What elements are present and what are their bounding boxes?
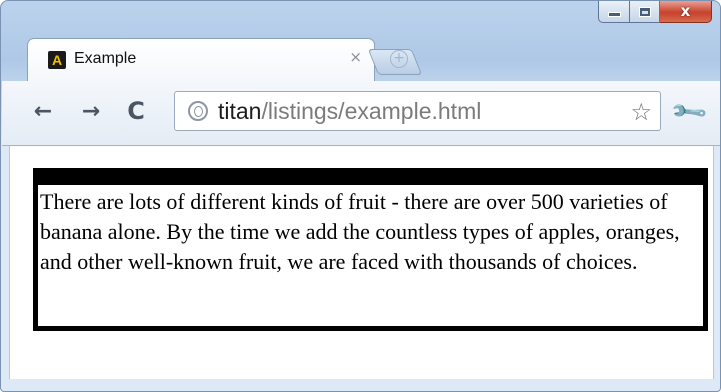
tab-example[interactable]: A Example × (27, 38, 375, 82)
favicon-icon: A (48, 51, 66, 69)
bookmark-star-icon[interactable]: ☆ (630, 98, 652, 126)
url-path: /listings/example.html (261, 98, 482, 124)
reload-button[interactable]: C (121, 94, 151, 128)
browser-window: x A Example × + ← → C titan/listings/exa… (0, 0, 721, 392)
toolbar: ← → C titan/listings/example.html ☆ 🔧 (2, 81, 720, 146)
page-content: There are lots of different kinds of fru… (9, 146, 714, 379)
wrench-icon[interactable]: 🔧 (668, 92, 709, 133)
tab-title: Example (74, 50, 137, 67)
reload-icon: C (127, 97, 145, 125)
fruit-paragraph: There are lots of different kinds of fru… (40, 189, 680, 274)
close-icon: x (680, 2, 691, 20)
tab-close-icon[interactable]: × (349, 48, 362, 66)
minimize-button[interactable] (598, 1, 630, 23)
forward-arrow-icon: → (81, 98, 101, 124)
fruit-paragraph-box: There are lots of different kinds of fru… (33, 168, 708, 331)
address-bar[interactable]: titan/listings/example.html ☆ (174, 91, 661, 131)
back-arrow-icon: ← (33, 98, 53, 124)
forward-button[interactable]: → (76, 94, 106, 128)
plus-icon: + (390, 50, 408, 68)
minimize-icon (607, 12, 621, 17)
window-controls: x (598, 1, 712, 23)
globe-icon (188, 101, 208, 121)
url-host: titan (218, 98, 262, 124)
address-url[interactable]: titan/listings/example.html (218, 98, 481, 124)
maximize-icon (638, 6, 651, 17)
back-button[interactable]: ← (28, 94, 58, 128)
close-window-button[interactable]: x (660, 1, 712, 23)
maximize-button[interactable] (630, 1, 660, 23)
